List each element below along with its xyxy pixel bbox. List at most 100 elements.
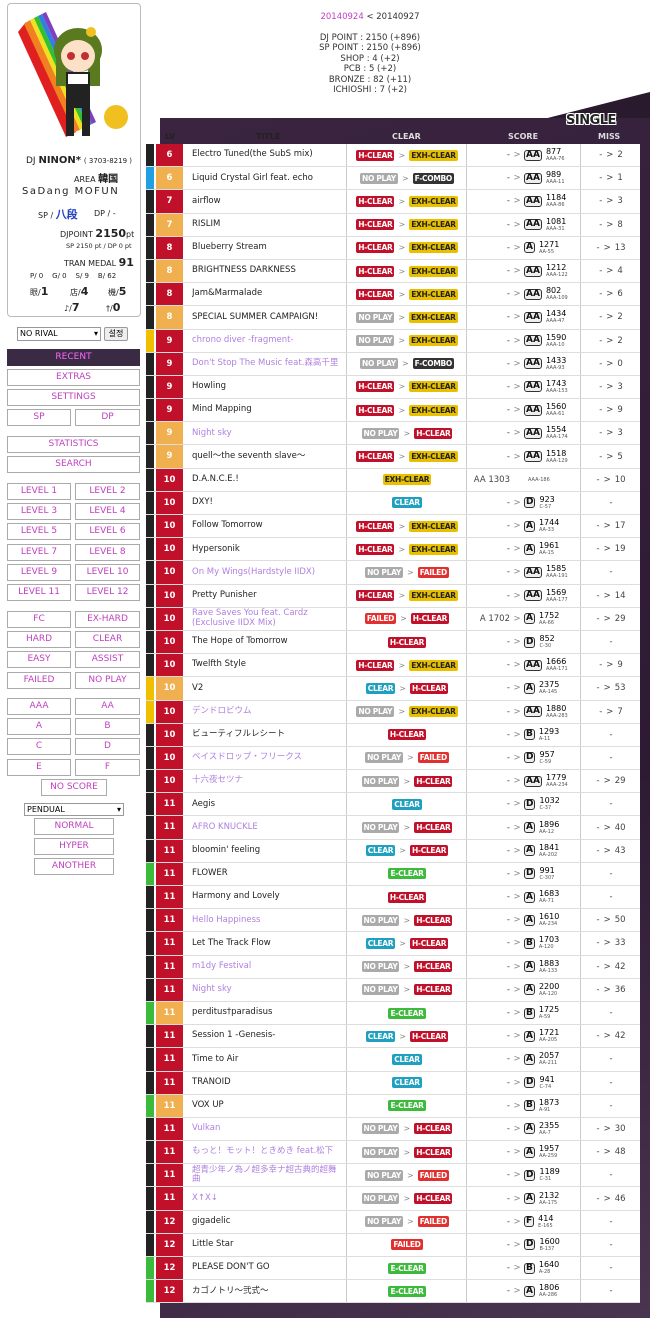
nav-statistics[interactable]: STATISTICS [7, 436, 140, 453]
table-row[interactable]: 11 Session 1 -Genesis- CLEAR > H-CLEAR - > A 172… [146, 1025, 640, 1049]
song-title[interactable]: D.A.N.C.E.! [192, 469, 342, 491]
table-row[interactable]: 9 quell～the seventh slave～ H-CLEAR > EXH-CLE… [146, 445, 640, 469]
song-title[interactable]: Twelfth Style [192, 654, 342, 676]
table-row[interactable]: 12 カゴノトリ～弐式～ E-CLEAR - > A 1806 AA-286- [146, 1280, 640, 1304]
song-title[interactable]: Night sky [192, 979, 342, 1001]
table-row[interactable]: 7 airflow H-CLEAR > EXH-CLEAR - > AA 1184 AAA-86-… [146, 190, 640, 214]
filter-grade-e[interactable]: E [7, 758, 71, 776]
nav-recent[interactable]: RECENT [7, 349, 140, 366]
table-row[interactable]: 6 Liquid Crystal Girl feat. echo NO PLAY > F… [146, 167, 640, 191]
filter-grade-d[interactable]: D [75, 738, 140, 756]
filter-lamp-failed[interactable]: FAILED [7, 671, 71, 689]
table-row[interactable]: 11 Time to Air CLEAR - > A 2057 AA-211- [146, 1048, 640, 1072]
nav-settings[interactable]: SETTINGS [7, 389, 140, 406]
table-row[interactable]: 11 Hello Happiness NO PLAY > H-CLEAR - > A 1610 A… [146, 909, 640, 933]
song-title[interactable]: TRANOID [192, 1072, 342, 1094]
song-title[interactable]: ビューティフルレシート [192, 724, 342, 746]
song-title[interactable]: Time to Air [192, 1048, 342, 1070]
table-row[interactable]: 11 Night sky NO PLAY > H-CLEAR - > A 2200 AA-120-… [146, 978, 640, 1002]
song-title[interactable]: Little Star [192, 1234, 342, 1256]
song-title[interactable]: Follow Tomorrow [192, 515, 342, 537]
nav-level-level-9[interactable]: LEVEL 9 [7, 563, 71, 581]
table-row[interactable]: 8 SPECIAL SUMMER CAMPAIGN! NO PLAY > EXH-CLE… [146, 306, 640, 330]
nav-level-level-1[interactable]: LEVEL 1 [7, 483, 71, 500]
table-row[interactable]: 6 Electro Tuned(the SubS mix) H-CLEAR > EXH-… [146, 144, 640, 168]
table-row[interactable]: 10 V2 CLEAR > H-CLEAR - > A 2375 AA-145- >53 [146, 677, 640, 701]
song-title[interactable]: On My Wings(Hardstyle IIDX) [192, 561, 342, 583]
diff-hyper[interactable]: HYPER [34, 838, 114, 855]
song-title[interactable]: Hello Happiness [192, 909, 342, 931]
table-row[interactable]: 10 デンドロビウム NO PLAY > EXH-CLEAR - > AA 1880 AAA-28… [146, 700, 640, 724]
date-new[interactable]: 20140924 [320, 12, 363, 22]
song-title[interactable]: Blueberry Stream [192, 237, 342, 259]
nav-dp[interactable]: DP [75, 409, 140, 426]
table-row[interactable]: 11 Harmony and Lovely H-CLEAR - > A 1683 AA-71- [146, 886, 640, 910]
table-row[interactable]: 11 Vulkan NO PLAY > H-CLEAR - > A 2355 AA-7- >30 [146, 1117, 640, 1142]
song-title[interactable]: Mind Mapping [192, 399, 342, 421]
table-row[interactable]: 11 TRANOID CLEAR - > D 941 C-74- [146, 1071, 640, 1095]
rival-setting-button[interactable]: 설정 [104, 327, 128, 341]
nav-level-level-12[interactable]: LEVEL 12 [75, 584, 140, 601]
nav-level-level-10[interactable]: LEVEL 10 [75, 563, 140, 581]
table-row[interactable]: 10 Pretty Punisher H-CLEAR > EXH-CLEAR - > AA 15… [146, 584, 640, 608]
song-title[interactable]: PLEASE DON'T GO [192, 1257, 342, 1279]
table-row[interactable]: 10 DXY! CLEAR - > D 923 C-57- [146, 491, 640, 515]
song-title[interactable]: Session 1 -Genesis- [192, 1025, 342, 1047]
song-title[interactable]: Night sky [192, 422, 342, 444]
rival-select[interactable]: NO RIVAL ▾ [17, 327, 101, 341]
table-row[interactable]: 11 Let The Track Flow CLEAR > H-CLEAR - > B 1703… [146, 932, 640, 956]
song-title[interactable]: BRIGHTNESS DARKNESS [192, 260, 342, 282]
nav-level-level-7[interactable]: LEVEL 7 [7, 543, 71, 561]
table-row[interactable]: 10 ベイスドロップ・フリークス NO PLAY > FAILED - > D 957 C-59- [146, 746, 640, 771]
table-row[interactable]: 10 Follow Tomorrow H-CLEAR > EXH-CLEAR - > A 174… [146, 515, 640, 539]
nav-level-level-11[interactable]: LEVEL 11 [7, 584, 71, 601]
filter-grade-aaa[interactable]: AAA [7, 698, 71, 715]
filter-grade-b[interactable]: B [75, 718, 140, 736]
song-title[interactable]: もっと！モット！ときめき feat.松下 [192, 1141, 342, 1163]
song-title[interactable]: V2 [192, 677, 342, 699]
song-title[interactable]: Don't Stop The Music feat.森高千里 [192, 353, 342, 375]
song-title[interactable]: VOX UP [192, 1095, 342, 1117]
song-title[interactable]: デンドロビウム [192, 701, 342, 723]
song-title[interactable]: Harmony and Lovely [192, 886, 342, 908]
table-row[interactable]: 10 The Hope of Tomorrow H-CLEAR - > D 852 C-30- [146, 630, 640, 655]
song-title[interactable]: Vulkan [192, 1118, 342, 1140]
song-title[interactable]: Pretty Punisher [192, 585, 342, 607]
nav-level-level-3[interactable]: LEVEL 3 [7, 503, 71, 521]
table-row[interactable]: 10 ビューティフルレシート H-CLEAR - > B 1293 A-11- [146, 723, 640, 747]
table-row[interactable]: 12 Little Star FAILED - > D 1600 B-137- [146, 1233, 640, 1257]
song-title[interactable]: X↑X↓ [192, 1187, 342, 1209]
nav-sp[interactable]: SP [7, 409, 71, 426]
song-title[interactable]: AFRO KNUCKLE [192, 816, 342, 838]
filter-grade-aa[interactable]: AA [75, 698, 140, 715]
song-title[interactable]: quell～the seventh slave～ [192, 445, 342, 467]
table-row[interactable]: 10 Twelfth Style H-CLEAR > EXH-CLEAR - > AA 1666… [146, 654, 640, 678]
table-row[interactable]: 12 gigadelic NO PLAY > FAILED - > F 414 E-165- [146, 1210, 640, 1234]
song-title[interactable]: gigadelic [192, 1211, 342, 1233]
nav-level-level-8[interactable]: LEVEL 8 [75, 543, 140, 561]
filter-grade-c[interactable]: C [7, 738, 71, 756]
filter-lamp-ex-hard[interactable]: EX-HARD [75, 611, 140, 628]
diff-normal[interactable]: NORMAL [34, 818, 114, 835]
song-title[interactable]: 十六夜セツナ [192, 770, 342, 792]
filter-grade-a[interactable]: A [7, 718, 71, 736]
table-row[interactable]: 7 RISLIM H-CLEAR > EXH-CLEAR - > AA 1081 AAA-31- >… [146, 213, 640, 237]
filter-lamp-assist[interactable]: ASSIST [75, 651, 140, 669]
table-row[interactable]: 8 Blueberry Stream H-CLEAR > EXH-CLEAR - > A 127… [146, 236, 640, 260]
song-title[interactable]: Rave Saves You feat. Cardz (Exclusive II… [192, 608, 342, 630]
filter-lamp-fc[interactable]: FC [7, 611, 71, 628]
song-title[interactable]: m1dy Festival [192, 956, 342, 978]
song-title[interactable]: Electro Tuned(the SubS mix) [192, 144, 342, 166]
song-title[interactable]: bloomin' feeling [192, 840, 342, 862]
filter-lamp-easy[interactable]: EASY [7, 651, 71, 669]
table-row[interactable]: 10 十六夜セツナ NO PLAY > H-CLEAR - > AA 1779 AAA-234- >… [146, 770, 640, 794]
table-row[interactable]: 11 perditus†paradisus E-CLEAR - > B 1725 A-59- [146, 1001, 640, 1026]
song-title[interactable]: DXY! [192, 492, 342, 514]
table-row[interactable]: 9 Don't Stop The Music feat.森高千里 NO PLAY > F… [146, 352, 640, 376]
table-row[interactable]: 11 もっと！モット！ときめき feat.松下 NO PLAY > H-CLEAR - > A… [146, 1141, 640, 1165]
table-row[interactable]: 8 BRIGHTNESS DARKNESS H-CLEAR > EXH-CLEAR - > A… [146, 259, 640, 284]
song-title[interactable]: Liquid Crystal Girl feat. echo [192, 167, 342, 189]
song-title[interactable]: RISLIM [192, 214, 342, 236]
table-row[interactable]: 11 X↑X↓ NO PLAY > H-CLEAR - > A 2132 AA-175- >46 [146, 1187, 640, 1211]
table-row[interactable]: 10 D.A.N.C.E.! EXH-CLEAR AA 1303 AAA-186 - >10 [146, 468, 640, 492]
